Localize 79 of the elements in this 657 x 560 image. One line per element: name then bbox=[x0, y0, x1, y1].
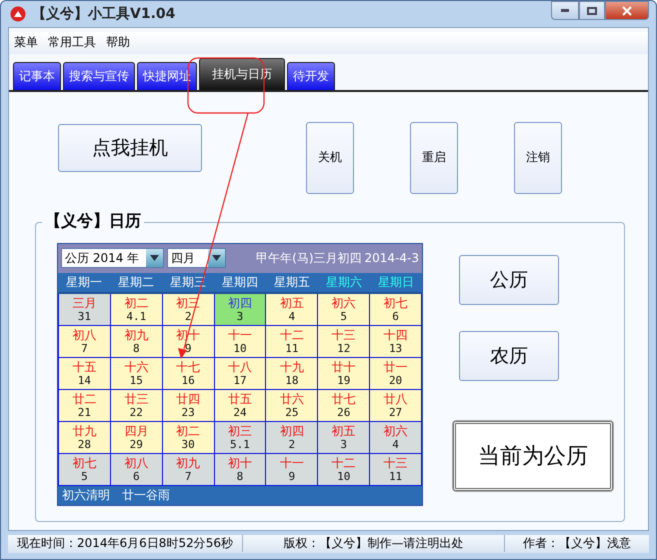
tab[interactable]: 搜索与宣传 bbox=[63, 62, 135, 90]
lunar-date: 甲午年(马)三月初四 bbox=[256, 250, 362, 267]
weekday-label: 星期一 bbox=[65, 274, 103, 291]
calendar-day[interactable]: 初八 7 bbox=[59, 326, 110, 357]
minimize-button[interactable] bbox=[551, 1, 579, 20]
maximize-icon bbox=[587, 6, 597, 14]
group-title: 【义兮】日历 bbox=[42, 210, 144, 232]
calendar-day[interactable]: 廿四 23 bbox=[162, 390, 214, 421]
calendar-day[interactable]: 廿一 20 bbox=[370, 358, 421, 389]
calendar-day[interactable]: 十一 9 bbox=[266, 454, 318, 485]
month-select[interactable]: 四月 bbox=[167, 248, 226, 268]
calendar-day[interactable]: 廿五 24 bbox=[214, 390, 266, 421]
calendar-day[interactable]: 初七 5 bbox=[59, 454, 110, 485]
calendar-day[interactable]: 初六 4 bbox=[370, 422, 421, 453]
calendar-day[interactable]: 初十 8 bbox=[214, 454, 266, 485]
calendar-day[interactable]: 廿八 27 bbox=[370, 390, 421, 421]
close-icon bbox=[622, 6, 632, 16]
maximize-button[interactable] bbox=[579, 1, 605, 20]
calendar-day[interactable]: 初二 30 bbox=[162, 422, 214, 453]
calendar-day[interactable]: 十二 11 bbox=[266, 326, 318, 357]
app-icon bbox=[10, 6, 26, 22]
calendar-day[interactable]: 十八 17 bbox=[214, 358, 266, 389]
menu-item[interactable]: 帮助 bbox=[106, 34, 130, 52]
mode-status: 当前为公历 bbox=[453, 420, 613, 491]
calendar-day[interactable]: 廿三 22 bbox=[110, 390, 162, 421]
tab[interactable]: 记事本 bbox=[13, 62, 61, 90]
calendar-day[interactable]: 廿二 21 bbox=[59, 390, 110, 421]
calendar-day[interactable]: 三月 31 bbox=[59, 294, 110, 325]
solar-term: 廿一谷雨 bbox=[122, 486, 170, 504]
calendar-day[interactable]: 初六 5 bbox=[318, 294, 370, 325]
calendar-day[interactable]: 初九 7 bbox=[162, 454, 214, 485]
calendar-day[interactable]: 四月 29 bbox=[110, 422, 162, 453]
weekday-label: 星期五 bbox=[273, 274, 311, 291]
menu-item[interactable]: 常用工具 bbox=[48, 34, 96, 52]
status-text: 作者：【义兮】浅意 bbox=[522, 535, 632, 552]
window-title: 【义兮】小工具V1.04 bbox=[32, 4, 176, 23]
menu-item[interactable]: 菜单 bbox=[14, 34, 38, 52]
status-text: 现在时间：2014年6月6日8时52分56秒 bbox=[8, 535, 243, 552]
calendar-day[interactable]: 廿十 19 bbox=[318, 358, 370, 389]
calendar-day[interactable]: 初七 6 bbox=[370, 294, 421, 325]
weekday-label: 星期日 bbox=[377, 274, 415, 291]
calendar-day[interactable]: 初九 8 bbox=[110, 326, 162, 357]
calendar-day[interactable]: 十七 16 bbox=[162, 358, 214, 389]
weekday-label: 星期四 bbox=[221, 274, 259, 291]
calendar-day[interactable]: 十六 15 bbox=[110, 358, 162, 389]
weekday-label: 星期六 bbox=[325, 274, 363, 291]
minimize-icon bbox=[561, 9, 569, 12]
power-button[interactable]: 重启 bbox=[410, 122, 458, 194]
calendar-day[interactable]: 廿九 28 bbox=[59, 422, 110, 453]
calendar-day[interactable]: 廿六 25 bbox=[266, 390, 318, 421]
power-button[interactable]: 关机 bbox=[306, 122, 354, 194]
year-select[interactable]: 公历 2014 年 bbox=[61, 248, 164, 268]
calendar-day[interactable]: 十三 12 bbox=[318, 326, 370, 357]
calendar-day[interactable]: 初三 5.1 bbox=[214, 422, 266, 453]
status-text: 版权：【义兮】制作—请注明出处 bbox=[243, 535, 505, 552]
calendar-day[interactable]: 十二 10 bbox=[318, 454, 370, 485]
calendar-day[interactable]: 十一 10 bbox=[214, 326, 266, 357]
calendar-day[interactable]: 初五 3 bbox=[318, 422, 370, 453]
close-button[interactable] bbox=[605, 1, 649, 20]
calendar-day[interactable]: 初五 4 bbox=[266, 294, 318, 325]
solar-date: 2014-4-3 bbox=[364, 251, 419, 266]
calendar-day[interactable]: 十四 13 bbox=[370, 326, 421, 357]
calendar-day[interactable]: 初四 3 bbox=[214, 294, 266, 325]
calendar-day[interactable]: 十五 14 bbox=[59, 358, 110, 389]
calendar-day[interactable]: 廿七 26 bbox=[318, 390, 370, 421]
weekday-label: 星期二 bbox=[117, 274, 155, 291]
calendar-day[interactable]: 初八 6 bbox=[110, 454, 162, 485]
calendar-mode-button[interactable]: 公历 bbox=[459, 254, 559, 305]
calendar-day[interactable]: 初四 2 bbox=[266, 422, 318, 453]
solar-term: 初六清明 bbox=[62, 486, 110, 504]
power-button[interactable]: 注销 bbox=[514, 122, 562, 194]
calendar-day[interactable]: 十三 11 bbox=[370, 454, 421, 485]
tab[interactable]: 待开发 bbox=[287, 62, 335, 90]
calendar-mode-button[interactable]: 农历 bbox=[459, 330, 559, 381]
calendar-day[interactable]: 十九 18 bbox=[266, 358, 318, 389]
dropdown-arrow-icon bbox=[212, 255, 221, 262]
calendar-day[interactable]: 初二 4.1 bbox=[110, 294, 162, 325]
dropdown-arrow-icon bbox=[150, 255, 159, 262]
hang-up-button[interactable]: 点我挂机 bbox=[58, 124, 202, 172]
